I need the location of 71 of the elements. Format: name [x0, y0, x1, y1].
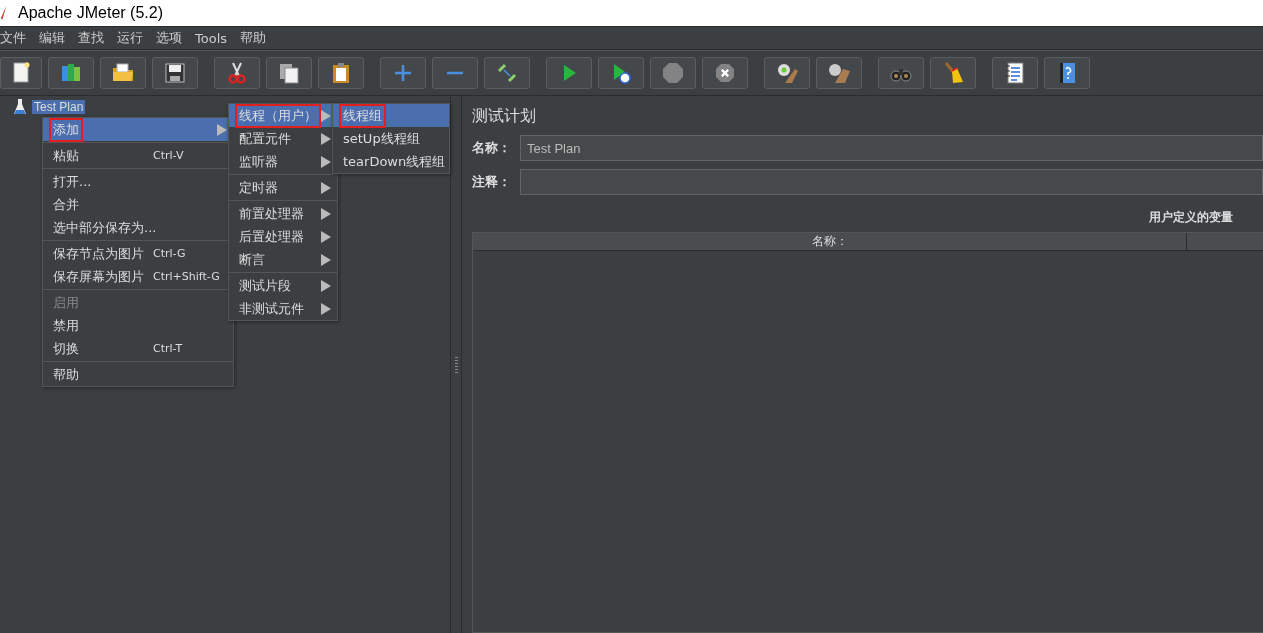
menu-item[interactable]: Tools: [195, 30, 234, 46]
window-title: Apache JMeter (5.2): [18, 4, 163, 22]
menu-label: 启用: [52, 293, 80, 312]
menu-label: 非测试元件: [238, 299, 305, 318]
toolbar-button[interactable]: [816, 57, 862, 89]
menu-label: 粘贴: [52, 146, 80, 165]
menu-item[interactable]: 线程组: [333, 104, 449, 127]
menu-label: 定时器: [238, 178, 279, 197]
menu-item[interactable]: 帮助: [240, 29, 273, 47]
toolbar-button[interactable]: [318, 57, 364, 89]
menu-item[interactable]: 编辑: [39, 29, 71, 47]
menu-item[interactable]: 运行: [117, 29, 149, 47]
menu-label: tearDown线程组: [342, 152, 447, 171]
stop-icon: [661, 61, 685, 85]
menu-label: 测试片段: [238, 276, 292, 295]
menu-item[interactable]: 帮助: [43, 363, 233, 386]
menu-label: 帮助: [52, 365, 80, 384]
toolbar-button[interactable]: [0, 57, 42, 89]
toolbar-button[interactable]: [764, 57, 810, 89]
toolbar-button[interactable]: [100, 57, 146, 89]
field-label: 名称：: [472, 139, 512, 157]
menu-label: 合并: [52, 195, 80, 214]
menu-label: 前置处理器: [238, 204, 305, 223]
menu-label: 添加: [49, 117, 83, 142]
shortcut-label: Ctrl-V: [153, 149, 184, 162]
shortcut-label: Ctrl+Shift-G: [153, 270, 220, 283]
flask-icon: [14, 99, 26, 115]
toolbar-button[interactable]: [214, 57, 260, 89]
section-label: 用户定义的变量: [1149, 209, 1233, 226]
menu-label: 保存屏幕为图片: [52, 267, 145, 286]
toolbar-button[interactable]: [266, 57, 312, 89]
menu-label: 禁用: [52, 316, 80, 335]
menu-item[interactable]: 切换 Ctrl-T: [43, 337, 233, 360]
menu-label: 选中部分保存为...: [52, 218, 158, 237]
menu-item[interactable]: 选项: [156, 29, 188, 47]
menu-item[interactable]: 前置处理器: [229, 202, 337, 225]
menu-item[interactable]: 断言: [229, 248, 337, 271]
feather-icon: [0, 5, 8, 21]
shutdown-icon: [713, 61, 737, 85]
input-field[interactable]: [520, 169, 1263, 195]
copy-icon: [277, 61, 301, 85]
list-icon: [1003, 61, 1027, 85]
menu-label: 监听器: [238, 152, 279, 171]
menu-label: 配置元件: [238, 129, 292, 148]
input-field[interactable]: Test Plan: [520, 135, 1263, 161]
toolbar-button[interactable]: [152, 57, 198, 89]
field-label: 注释：: [472, 173, 512, 191]
menu-item[interactable]: 测试片段: [229, 274, 337, 297]
menu-label: 打开...: [52, 172, 93, 191]
toolbar-button[interactable]: [930, 57, 976, 89]
toolbar-button[interactable]: [598, 57, 644, 89]
menu-label: 断言: [238, 250, 266, 269]
toolbar-button[interactable]: [992, 57, 1038, 89]
menu-item[interactable]: 后置处理器: [229, 225, 337, 248]
menu-label: 线程组: [339, 103, 386, 128]
menu-label: 保存节点为图片: [52, 244, 145, 263]
menu-label: 线程（用户）: [235, 103, 321, 128]
panel-title: 测试计划: [472, 106, 537, 127]
menu-label: 后置处理器: [238, 227, 305, 246]
menu-item[interactable]: 查找: [78, 29, 110, 47]
menu-label: setUp线程组: [342, 129, 421, 148]
menu-item[interactable]: 文件: [0, 29, 32, 47]
toolbar-button[interactable]: [1044, 57, 1090, 89]
menu-item[interactable]: 定时器: [229, 176, 337, 199]
tree-node[interactable]: Test Plan: [32, 100, 86, 114]
shortcut-label: Ctrl-G: [153, 247, 186, 260]
menu-label: 切换: [52, 339, 80, 358]
scissors-icon: [225, 61, 249, 85]
toolbar-button[interactable]: [484, 57, 530, 89]
shortcut-label: Ctrl-T: [153, 342, 183, 355]
splitter-handle[interactable]: [450, 96, 462, 633]
